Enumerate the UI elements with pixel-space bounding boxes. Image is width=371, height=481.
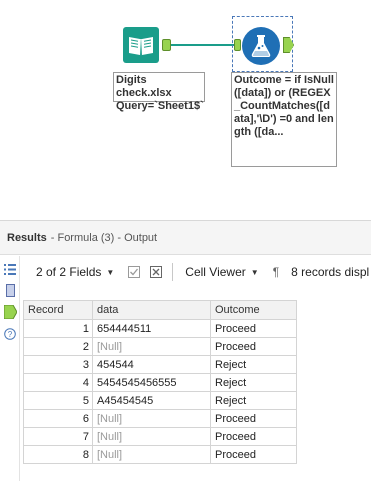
results-window: Results - Formula (3) - Output ? 2 of 2 … — [0, 220, 371, 481]
cell-viewer-dropdown[interactable]: Cell Viewer ▼ — [185, 265, 258, 279]
table-row[interactable]: 4 5454545456555 Reject — [23, 373, 297, 392]
formula-tool[interactable] — [242, 27, 280, 65]
cell-outcome[interactable]: Proceed — [210, 409, 297, 428]
pilcrow-icon[interactable]: ¶ — [273, 265, 279, 279]
input-tool-annotation: Digits check.xlsx Query=`Sheet1$` — [113, 72, 205, 112]
cell-viewer-label: Cell Viewer — [185, 265, 246, 279]
input-output-anchor[interactable] — [162, 39, 171, 51]
cell-outcome[interactable]: Proceed — [210, 445, 297, 464]
formula-tool-annotation: Outcome = if IsNull([data]) or (REGEX_Co… — [231, 72, 337, 167]
list-view-icon[interactable] — [3, 262, 17, 276]
cell-record[interactable]: 6 — [23, 409, 93, 428]
table-row[interactable]: 7 [Null] Proceed — [23, 427, 297, 446]
cell-data[interactable]: 5454545456555 — [92, 373, 211, 392]
connection-line[interactable] — [171, 44, 234, 46]
svg-text:?: ? — [8, 330, 13, 339]
cell-outcome[interactable]: Proceed — [210, 319, 297, 338]
cell-record[interactable]: 7 — [23, 427, 93, 446]
cell-data[interactable]: 454544 — [92, 355, 211, 374]
table-row[interactable]: 2 [Null] Proceed — [23, 337, 297, 356]
column-header-outcome[interactable]: Outcome — [210, 300, 297, 320]
table-row[interactable]: 1 654444511 Proceed — [23, 319, 297, 338]
grid-body: 1 654444511 Proceed 2 [Null] Proceed 3 454544 Re… — [23, 319, 297, 464]
cell-data[interactable]: 654444511 — [92, 319, 211, 338]
table-row[interactable]: 3 454544 Reject — [23, 355, 297, 374]
annotation-file: Digits check.xlsx — [116, 74, 172, 99]
cell-data[interactable]: [Null] — [92, 409, 211, 428]
cell-record[interactable]: 3 — [23, 355, 93, 374]
fields-label: 2 of 2 Fields — [36, 265, 102, 279]
help-icon[interactable]: ? — [3, 327, 17, 341]
table-row[interactable]: 5 A45454545 Reject — [23, 391, 297, 410]
data-output-icon[interactable] — [3, 305, 17, 319]
cell-outcome[interactable]: Reject — [210, 355, 297, 374]
input-data-tool[interactable] — [123, 27, 159, 63]
flask-icon — [251, 35, 271, 57]
cell-data[interactable]: [Null] — [92, 445, 211, 464]
cell-data[interactable]: [Null] — [92, 337, 211, 356]
cell-record[interactable]: 1 — [23, 319, 93, 338]
results-side-toolbar: ? — [0, 256, 20, 481]
cell-outcome[interactable]: Proceed — [210, 337, 297, 356]
cell-outcome[interactable]: Reject — [210, 373, 297, 392]
results-title: Results — [7, 231, 47, 244]
results-toolbar: 2 of 2 Fields ▼ Cell Viewer ▼ ¶ 8 record… — [20, 256, 371, 288]
cell-record[interactable]: 5 — [23, 391, 93, 410]
metadata-icon[interactable] — [3, 283, 17, 297]
cell-record[interactable]: 2 — [23, 337, 93, 356]
cell-record[interactable]: 8 — [23, 445, 93, 464]
results-grid[interactable]: Record data Outcome 1 654444511 Proceed 2 [N… — [23, 300, 297, 464]
fields-dropdown[interactable]: 2 of 2 Fields ▼ — [36, 265, 114, 279]
records-count-label: 8 records displ — [291, 265, 370, 279]
checkmark-icon[interactable] — [128, 266, 141, 278]
cell-outcome[interactable]: Reject — [210, 391, 297, 410]
chevron-down-icon: ▼ — [106, 267, 115, 277]
open-book-icon — [129, 37, 153, 56]
table-row[interactable]: 6 [Null] Proceed — [23, 409, 297, 428]
table-row[interactable]: 8 [Null] Proceed — [23, 445, 297, 464]
column-header-record[interactable]: Record — [23, 300, 93, 320]
deselect-x-icon[interactable] — [150, 266, 163, 278]
workflow-canvas[interactable]: Digits check.xlsx Query=`Sheet1$` Outcom… — [0, 0, 371, 220]
results-header: Results - Formula (3) - Output — [0, 221, 371, 255]
formula-input-anchor[interactable] — [234, 39, 241, 51]
chevron-down-icon: ▼ — [250, 267, 259, 277]
grid-header-row: Record data Outcome — [23, 300, 297, 320]
cell-data[interactable]: [Null] — [92, 427, 211, 446]
cell-data[interactable]: A45454545 — [92, 391, 211, 410]
cell-record[interactable]: 4 — [23, 373, 93, 392]
toolbar-divider — [172, 263, 174, 281]
column-header-data[interactable]: data — [92, 300, 211, 320]
cell-outcome[interactable]: Proceed — [210, 427, 297, 446]
annotation-query: Query=`Sheet1$` — [116, 100, 204, 112]
results-subtitle: - Formula (3) - Output — [50, 231, 158, 244]
